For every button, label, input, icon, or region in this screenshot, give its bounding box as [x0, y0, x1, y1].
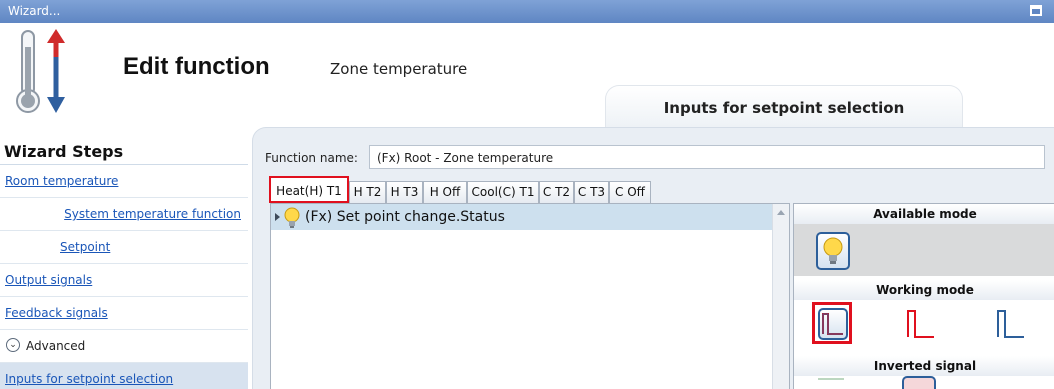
step-tab-inputs-for-setpoint-selection[interactable]: Inputs for setpoint selection	[605, 85, 963, 127]
chevron-down-icon[interactable]: ⌄	[6, 338, 20, 352]
tab-heat-t1[interactable]: Heat(H) T1	[269, 176, 349, 203]
working-mode-button-1[interactable]	[812, 302, 852, 344]
tab-h-t2[interactable]: H T2	[349, 181, 386, 203]
content-panel: Function name: (Fx) Root - Zone temperat…	[252, 127, 1054, 389]
sidebar-item-setpoint[interactable]: Setpoint	[0, 231, 248, 264]
wizard-steps-list: Room temperature System temperature func…	[0, 164, 248, 389]
pulse-mode-icon	[822, 313, 843, 335]
tab-c-t2[interactable]: C T2	[539, 181, 574, 203]
available-mode-area	[794, 224, 1054, 276]
available-mode-heading: Available mode	[794, 204, 1054, 224]
function-name-field[interactable]: (Fx) Root - Zone temperature	[369, 145, 1045, 169]
header: Edit function Zone temperature Inputs fo…	[0, 23, 1054, 127]
mode-panel: Available mode Working mode Inverted sig…	[793, 203, 1054, 389]
tab-c-t3[interactable]: C T3	[574, 181, 609, 203]
wizard-sidebar: Wizard Steps Room temperature System tem…	[0, 127, 250, 389]
vertical-scrollbar[interactable]	[772, 204, 789, 389]
sidebar-item-label[interactable]: Output signals	[5, 273, 92, 287]
sidebar-item-label[interactable]: System temperature function	[64, 207, 241, 221]
sidebar-item-system-temperature-function[interactable]: System temperature function	[0, 198, 248, 231]
sidebar-item-label: Advanced	[26, 339, 86, 353]
inverted-signal-heading: Inverted signal	[794, 356, 1054, 376]
scroll-up-icon[interactable]	[777, 210, 785, 215]
list-item-label: (Fx) Set point change.Status	[305, 209, 505, 225]
sidebar-item-label[interactable]: Feedback signals	[5, 306, 108, 320]
available-mode-bulb-button[interactable]	[816, 232, 850, 270]
working-mode-button-3[interactable]	[992, 305, 1032, 347]
working-mode-option	[818, 308, 848, 340]
function-name-label: Function name:	[265, 151, 358, 165]
sidebar-item-label[interactable]: Room temperature	[5, 174, 118, 188]
sidebar-item-feedback-signals[interactable]: Feedback signals	[0, 297, 248, 330]
window-title: Wizard...	[8, 4, 61, 18]
inverted-signal-option-2[interactable]	[902, 376, 936, 389]
sidebar-item-room-temperature[interactable]: Room temperature	[0, 165, 248, 198]
page-subtitle: Zone temperature	[330, 60, 468, 78]
working-mode-button-2[interactable]	[902, 305, 942, 347]
sidebar-item-output-signals[interactable]: Output signals	[0, 264, 248, 297]
sidebar-item-advanced[interactable]: ⌄ Advanced	[0, 330, 248, 363]
thermometer-icon	[16, 29, 65, 113]
light-bulb-icon	[823, 237, 843, 264]
window-title-bar: Wizard...	[0, 0, 1054, 23]
sidebar-item-inputs-for-setpoint-selection[interactable]: Inputs for setpoint selection	[0, 363, 248, 389]
expand-arrow-icon[interactable]	[275, 213, 280, 221]
maximize-icon[interactable]	[1030, 5, 1042, 16]
tab-cool-t1[interactable]: Cool(C) T1	[467, 181, 539, 203]
light-bulb-icon	[284, 207, 300, 228]
list-item[interactable]: (Fx) Set point change.Status	[271, 204, 773, 230]
tab-c-off[interactable]: C Off	[609, 181, 651, 203]
tab-h-off[interactable]: H Off	[423, 181, 467, 203]
inputs-list: (Fx) Set point change.Status	[270, 203, 790, 389]
tab-h-t3[interactable]: H T3	[386, 181, 423, 203]
working-mode-heading: Working mode	[794, 280, 1054, 300]
page-title: Edit function	[123, 53, 270, 80]
pulse-mode-icon	[907, 310, 934, 338]
sidebar-item-label[interactable]: Inputs for setpoint selection	[5, 372, 173, 386]
sidebar-item-label[interactable]: Setpoint	[60, 240, 110, 254]
inverted-signal-option-1[interactable]	[818, 378, 844, 389]
pulse-mode-icon	[997, 310, 1024, 338]
sidebar-title: Wizard Steps	[4, 142, 124, 161]
